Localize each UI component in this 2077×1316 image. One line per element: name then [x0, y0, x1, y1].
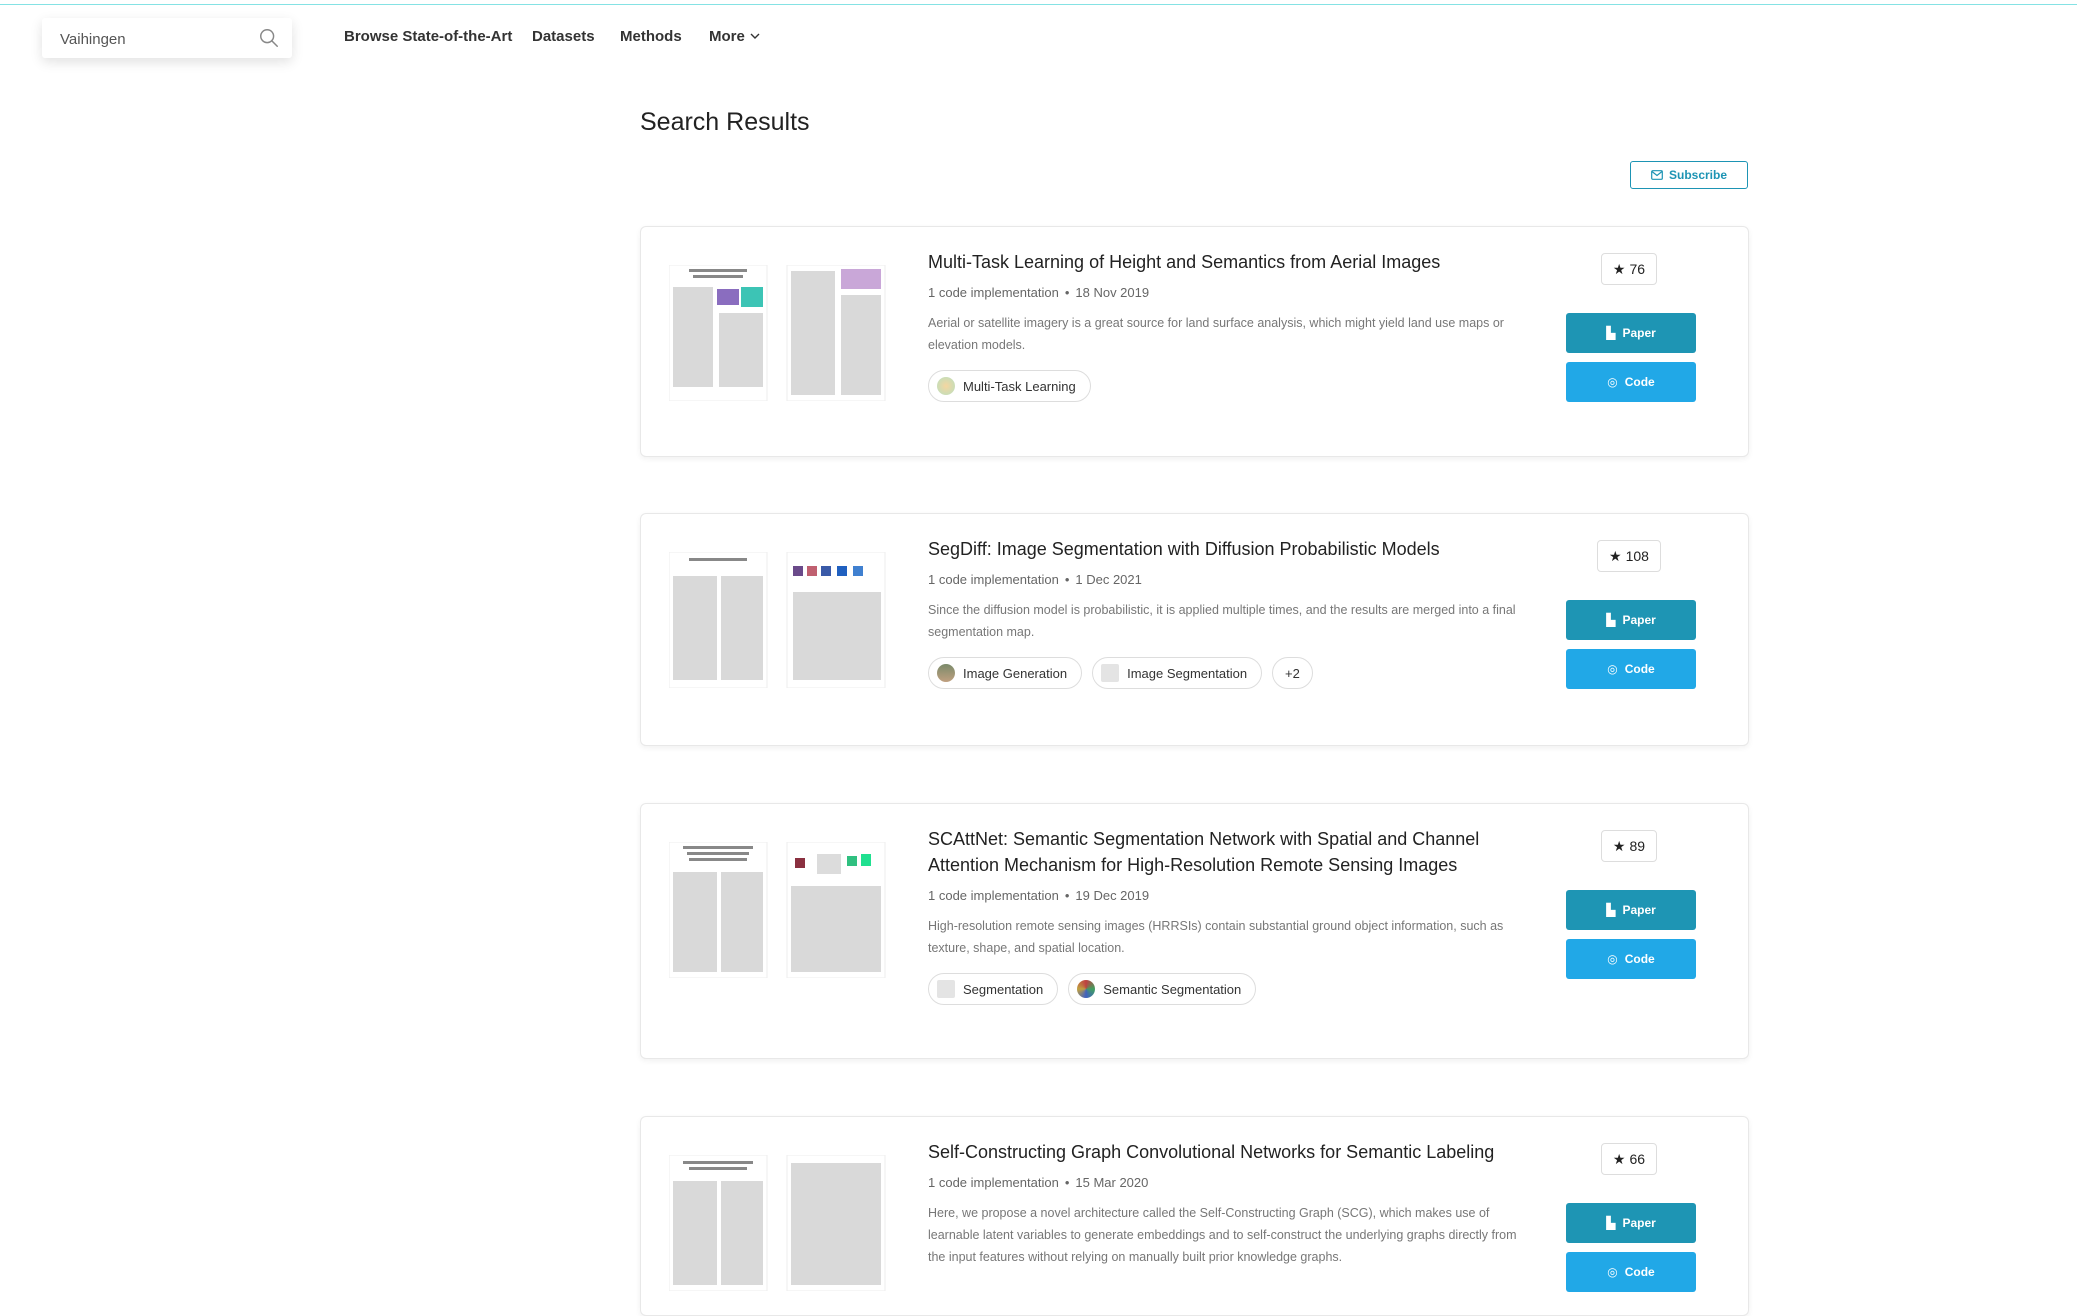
task-tag[interactable]: Image Generation	[928, 657, 1083, 689]
implementation-count[interactable]: 1 code implementation	[928, 572, 1059, 587]
nav-methods[interactable]: Methods	[620, 28, 682, 45]
paper-title[interactable]: SCAttNet: Semantic Segmentation Network …	[928, 826, 1528, 878]
task-icon	[937, 980, 955, 998]
github-stars: ★ 89	[1601, 830, 1657, 862]
code-button[interactable]: ◎ Code	[1566, 1252, 1696, 1292]
task-tags: Segmentation Semantic Segmentation	[928, 973, 1528, 1005]
paper-button-label: Paper	[1622, 326, 1656, 340]
code-button-label: Code	[1624, 662, 1655, 676]
task-icon	[937, 377, 955, 395]
star-count: 108	[1625, 548, 1649, 564]
paper-date: 19 Dec 2019	[1075, 888, 1150, 903]
paper-button[interactable]: ▙ Paper	[1566, 890, 1696, 930]
code-button[interactable]: ◎ Code	[1566, 362, 1696, 402]
task-icon	[1077, 980, 1096, 998]
code-button[interactable]: ◎ Code	[1566, 649, 1696, 689]
paper-abstract: High-resolution remote sensing images (H…	[928, 919, 1504, 955]
task-tag-label: Multi-Task Learning	[963, 378, 1076, 394]
paper-button[interactable]: ▙ Paper	[1566, 1203, 1696, 1243]
task-tag-label: Segmentation	[963, 981, 1044, 997]
task-tag[interactable]: Semantic Segmentation	[1068, 973, 1257, 1005]
paper-thumbnail[interactable]	[669, 552, 887, 688]
nav-datasets[interactable]: Datasets	[532, 28, 595, 45]
paper-title[interactable]: Multi-Task Learning of Height and Semant…	[928, 249, 1528, 275]
paper-button[interactable]: ▙ Paper	[1566, 600, 1696, 640]
document-icon: ▙	[1606, 903, 1616, 917]
nav-more[interactable]: More	[709, 28, 760, 45]
task-icon	[937, 664, 955, 682]
task-tag-label: Image Generation	[963, 665, 1068, 681]
star-count: 66	[1629, 1151, 1646, 1167]
task-tag[interactable]: Image Segmentation	[1092, 657, 1263, 689]
code-button[interactable]: ◎ Code	[1566, 939, 1696, 979]
star-icon: ★	[1612, 1150, 1626, 1167]
nav-browse-sota[interactable]: Browse State-of-the-Art	[344, 28, 512, 45]
github-stars: ★ 108	[1597, 540, 1661, 572]
task-icon	[1101, 664, 1120, 682]
star-count: 76	[1629, 261, 1646, 277]
implementation-count[interactable]: 1 code implementation	[928, 1175, 1059, 1190]
paper-button-label: Paper	[1622, 613, 1656, 627]
task-tags: Image Generation Image Segmentation +2	[928, 657, 1528, 689]
result-card: SCAttNet: Semantic Segmentation Network …	[640, 803, 1749, 1059]
implementation-count[interactable]: 1 code implementation	[928, 285, 1059, 300]
paper-meta: 1 code implementation • 15 Mar 2020	[928, 1175, 1149, 1190]
code-button-label: Code	[1624, 952, 1655, 966]
star-count: 89	[1629, 838, 1646, 854]
github-stars: ★ 66	[1601, 1143, 1657, 1175]
chevron-down-icon	[750, 33, 760, 39]
top-accent-line	[0, 4, 2077, 5]
document-icon: ▙	[1606, 613, 1616, 627]
paper-title[interactable]: SegDiff: Image Segmentation with Diffusi…	[928, 536, 1528, 562]
paper-meta: 1 code implementation • 19 Dec 2019	[928, 888, 1150, 903]
result-card: Self-Constructing Graph Convolutional Ne…	[640, 1116, 1749, 1316]
nav-more-label: More	[709, 28, 745, 45]
star-icon: ★	[1609, 547, 1622, 564]
implementation-count[interactable]: 1 code implementation	[928, 888, 1059, 903]
code-button-label: Code	[1624, 1265, 1655, 1279]
subscribe-label: Subscribe	[1668, 168, 1728, 182]
envelope-icon	[1651, 170, 1663, 180]
paper-abstract: Aerial or satellite imagery is a great s…	[928, 316, 1504, 352]
paper-abstract: Since the diffusion model is probabilist…	[928, 603, 1516, 639]
task-tag[interactable]: Segmentation	[928, 973, 1059, 1005]
paper-date: 1 Dec 2021	[1075, 572, 1142, 587]
task-tags: Multi-Task Learning	[928, 370, 1528, 402]
paper-thumbnail[interactable]	[669, 1155, 887, 1291]
paper-thumbnail[interactable]	[669, 842, 887, 978]
github-icon: ◎	[1607, 662, 1618, 676]
paper-button-label: Paper	[1622, 903, 1656, 917]
code-button-label: Code	[1624, 375, 1655, 389]
subscribe-button[interactable]: Subscribe	[1630, 161, 1748, 189]
paper-date: 18 Nov 2019	[1075, 285, 1150, 300]
task-tag-label: Semantic Segmentation	[1103, 981, 1242, 997]
result-card: SegDiff: Image Segmentation with Diffusi…	[640, 513, 1749, 746]
task-tag[interactable]: Multi-Task Learning	[928, 370, 1091, 402]
search-icon[interactable]	[258, 27, 280, 49]
paper-title[interactable]: Self-Constructing Graph Convolutional Ne…	[928, 1139, 1528, 1165]
paper-meta: 1 code implementation • 18 Nov 2019	[928, 285, 1150, 300]
page-title: Search Results	[640, 108, 810, 136]
document-icon: ▙	[1606, 326, 1616, 340]
github-stars: ★ 76	[1601, 253, 1657, 285]
paper-abstract: Here, we propose a novel architecture ca…	[928, 1206, 1517, 1264]
paper-button[interactable]: ▙ Paper	[1566, 313, 1696, 353]
result-card: Multi-Task Learning of Height and Semant…	[640, 226, 1749, 457]
paper-meta: 1 code implementation • 1 Dec 2021	[928, 572, 1142, 587]
document-icon: ▙	[1606, 1216, 1616, 1230]
task-tag-label: Image Segmentation	[1127, 665, 1248, 681]
github-icon: ◎	[1607, 1265, 1618, 1279]
github-icon: ◎	[1607, 952, 1618, 966]
star-icon: ★	[1612, 260, 1626, 277]
paper-date: 15 Mar 2020	[1075, 1175, 1149, 1190]
search-box[interactable]	[42, 18, 292, 58]
paper-button-label: Paper	[1622, 1216, 1656, 1230]
more-tags-button[interactable]: +2	[1272, 657, 1313, 689]
star-icon: ★	[1612, 837, 1626, 854]
paper-thumbnail[interactable]	[669, 265, 887, 401]
github-icon: ◎	[1607, 375, 1618, 389]
search-input[interactable]	[58, 26, 252, 52]
